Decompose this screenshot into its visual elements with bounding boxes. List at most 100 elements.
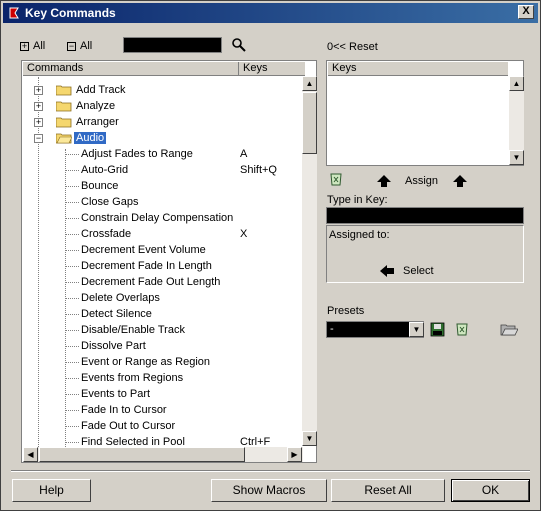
tree-branch	[66, 426, 79, 427]
search-input[interactable]	[123, 37, 222, 53]
scroll-up-icon[interactable]: ▲	[302, 76, 317, 91]
command-row[interactable]: Dissolve Part	[23, 338, 304, 354]
command-label: Events to Part	[81, 388, 151, 400]
command-row[interactable]: Decrement Fade In Length	[23, 258, 304, 274]
command-row[interactable]: Event or Range as Region	[23, 354, 304, 370]
expand-all-label: All	[33, 40, 46, 52]
command-row[interactable]: Fade Out to Cursor	[23, 418, 304, 434]
command-label: Adjust Fades to Range	[81, 148, 193, 160]
select-button[interactable]: Select	[380, 264, 440, 278]
expand-icon[interactable]: +	[34, 118, 43, 127]
tree-branch	[66, 346, 79, 347]
save-preset-icon[interactable]	[430, 322, 445, 337]
command-label: Detect Silence	[81, 308, 152, 320]
command-key: X	[240, 228, 248, 240]
command-row[interactable]: Decrement Fade Out Length	[23, 274, 304, 290]
command-row[interactable]: Events from Regions	[23, 370, 304, 386]
open-folder-icon	[56, 133, 72, 144]
tree-branch	[66, 250, 79, 251]
keys-list-scrollbar[interactable]: ▲ ▼	[509, 76, 524, 165]
scroll-up-icon[interactable]: ▲	[509, 76, 524, 91]
command-label: Auto-Grid	[81, 164, 129, 176]
hscrollbar-thumb[interactable]	[39, 447, 245, 462]
scroll-right-icon[interactable]: ▶	[287, 447, 302, 462]
command-row[interactable]: Detect Silence	[23, 306, 304, 322]
assigned-to-panel: Assigned to: Select	[326, 225, 524, 283]
arrow-left-icon	[380, 265, 394, 277]
presets-dropdown[interactable]: - ▼	[326, 321, 424, 338]
command-key: Ctrl+F	[240, 436, 271, 447]
type-in-key-field[interactable]	[326, 207, 524, 224]
command-row[interactable]: Crossfade X	[23, 226, 304, 242]
tree-header: Commands Keys	[23, 62, 305, 76]
presets-label: Presets	[327, 305, 365, 317]
chevron-down-icon[interactable]: ▼	[409, 322, 424, 337]
delete-preset-icon[interactable]	[455, 322, 469, 337]
command-label: Decrement Fade Out Length	[81, 276, 221, 288]
expand-icon[interactable]: +	[34, 86, 43, 95]
reset-label: Reset	[349, 41, 378, 53]
tree-branch	[66, 394, 79, 395]
command-row[interactable]: Bounce	[23, 178, 304, 194]
tree-folder-analyze[interactable]: + Analyze	[23, 98, 304, 114]
reset-button[interactable]: 0<< Reset	[327, 41, 378, 53]
command-row[interactable]: Decrement Event Volume	[23, 242, 304, 258]
command-row[interactable]: Find Selected in Pool Ctrl+F	[23, 434, 304, 447]
tree-folder-label: Add Track	[76, 84, 126, 96]
scroll-down-icon[interactable]: ▼	[302, 431, 317, 446]
command-row[interactable]: Disable/Enable Track	[23, 322, 304, 338]
tree-branch	[66, 314, 79, 315]
delete-key-icon[interactable]	[329, 172, 343, 187]
tree-folder-add-track[interactable]: + Add Track	[23, 82, 304, 98]
tree-folder-label: Arranger	[76, 116, 119, 128]
tree-branch	[66, 154, 79, 155]
help-button[interactable]: Help	[12, 479, 91, 502]
command-row[interactable]: Fade In to Cursor	[23, 402, 304, 418]
show-macros-button[interactable]: Show Macros	[211, 479, 327, 502]
close-button[interactable]: X	[518, 5, 534, 19]
command-row[interactable]: Auto-Grid Shift+Q	[23, 162, 304, 178]
expand-all-button[interactable]: + All	[20, 40, 52, 53]
commands-column-header[interactable]: Commands	[27, 62, 83, 74]
keys-list-header-label: Keys	[332, 62, 357, 74]
open-folder-icon[interactable]	[500, 322, 518, 337]
collapse-all-button[interactable]: − All	[67, 40, 99, 53]
scrollbar-thumb[interactable]	[302, 92, 317, 154]
command-row[interactable]: Events to Part	[23, 386, 304, 402]
key-commands-window: Key Commands X + All − All 0<< Reset Com…	[0, 0, 541, 511]
keys-list-header: Keys	[328, 62, 508, 76]
tree-branch	[66, 218, 79, 219]
search-icon[interactable]	[231, 37, 247, 53]
command-row[interactable]: Delete Overlaps	[23, 290, 304, 306]
command-label: Events from Regions	[81, 372, 184, 384]
keys-column-header[interactable]: Keys	[243, 62, 267, 74]
assign-button[interactable]: Assign	[377, 174, 469, 188]
tree-vertical-scrollbar[interactable]: ▲ ▼	[302, 76, 317, 446]
reset-prefix: 0<<	[327, 41, 346, 53]
command-label: Dissolve Part	[81, 340, 146, 352]
tree-folder-audio[interactable]: − Audio	[23, 130, 304, 146]
command-label: Decrement Event Volume	[81, 244, 206, 256]
tree-folder-arranger[interactable]: + Arranger	[23, 114, 304, 130]
command-row[interactable]: Constrain Delay Compensation	[23, 210, 304, 226]
expand-icon[interactable]: +	[34, 102, 43, 111]
command-row[interactable]: Adjust Fades to Range A	[23, 146, 304, 162]
reset-all-button[interactable]: Reset All	[331, 479, 445, 502]
tree-branch	[66, 362, 79, 363]
command-key: Shift+Q	[240, 164, 277, 176]
ok-button[interactable]: OK	[451, 479, 530, 502]
command-row[interactable]: Close Gaps	[23, 194, 304, 210]
tree-branch	[66, 330, 79, 331]
arrow-up-icon	[453, 175, 467, 187]
tree-horizontal-scrollbar[interactable]: ◀ ▶	[23, 447, 303, 462]
scroll-down-icon[interactable]: ▼	[509, 150, 524, 165]
command-label: Crossfade	[81, 228, 132, 240]
assign-label: Assign	[405, 175, 439, 187]
tree-branch	[66, 186, 79, 187]
command-label: Fade In to Cursor	[81, 404, 167, 416]
command-key: A	[240, 148, 248, 160]
command-label: Find Selected in Pool	[81, 436, 185, 447]
scroll-left-icon[interactable]: ◀	[23, 447, 38, 462]
collapse-all-label: All	[80, 40, 93, 52]
collapse-icon[interactable]: −	[34, 134, 43, 143]
